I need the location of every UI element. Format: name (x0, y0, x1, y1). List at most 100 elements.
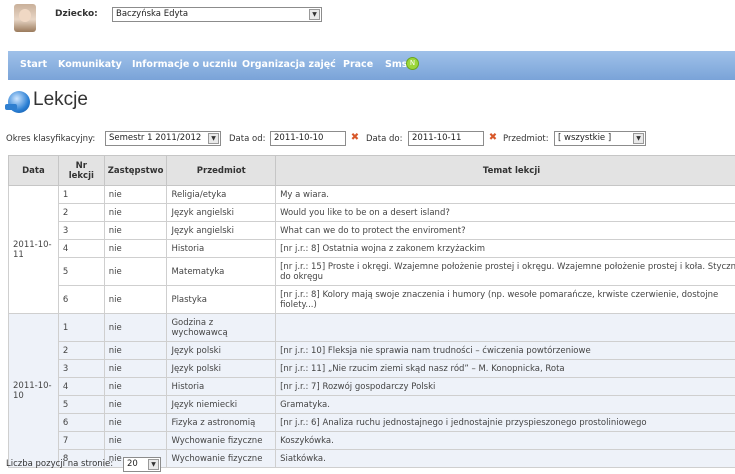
child-bar: Dziecko: Baczyńska Edyta ▼ (0, 0, 735, 46)
nav-prace[interactable]: Prace (343, 59, 373, 70)
substitution-cell: nie (103, 377, 168, 396)
date-cell: 2011-10-10 (8, 313, 59, 468)
table-row: 7 nie Wychowanie fizyczne Koszykówka. (9, 431, 735, 450)
substitution-cell: nie (103, 359, 168, 378)
col-header-nr[interactable]: Nr lekcji (57, 155, 105, 186)
col-header-substitution[interactable]: Zastępstwo (103, 155, 168, 186)
nr-cell: 7 (57, 431, 105, 450)
topic-cell: [nr j.r.: 11] „Nie rzucim ziemi skąd nas… (275, 359, 735, 378)
page-size-select[interactable]: 20 ▼ (123, 457, 161, 472)
table-row: 2011-10-11 1 nie Religia/etyka My a wiar… (8, 185, 735, 314)
topic-cell: Siatkówka. (275, 449, 735, 468)
topic-cell (275, 313, 735, 342)
chevron-down-icon: ▼ (309, 9, 320, 20)
table-header-row: Data Nr lekcji Zastępstwo Przedmiot Tema… (8, 155, 735, 186)
col-header-subject[interactable]: Przedmiot (166, 155, 277, 186)
subject-cell: Język angielski (166, 203, 277, 222)
subject-cell: Matematyka (166, 257, 277, 286)
table-row: 2 nie Język polski [nr j.r.: 10] Fleksja… (9, 341, 735, 360)
clear-date-to-icon[interactable]: ✖ (487, 132, 499, 144)
subject-cell: Plastyka (166, 285, 277, 314)
nr-cell: 3 (57, 221, 105, 240)
table-row: 6 nie Plastyka [nr j.r.: 8] Kolory mają … (9, 285, 735, 314)
substitution-cell: nie (103, 413, 168, 432)
topic-cell: [nr j.r.: 8] Kolory mają swoje znaczenia… (275, 285, 735, 314)
nr-cell: 6 (57, 285, 105, 314)
substitution-cell: nie (103, 431, 168, 450)
date-cell: 2011-10-11 (8, 185, 59, 314)
main-nav: Start Komunikaty Informacje o uczniu Org… (8, 51, 735, 80)
lessons-icon (5, 91, 30, 113)
table-row: 5 nie Język niemiecki Gramatyka. (9, 395, 735, 414)
substitution-cell: nie (103, 203, 168, 222)
page-size-bar: Liczba pozycji na stronie: 20 ▼ (6, 457, 161, 472)
nr-cell: 1 (57, 313, 105, 342)
subject-cell: Historia (166, 377, 277, 396)
subject-cell: Wychowanie fizyczne (166, 449, 277, 468)
col-header-date[interactable]: Data (8, 155, 59, 186)
page-title: Lekcje (33, 89, 88, 110)
avatar (14, 4, 36, 32)
substitution-cell: nie (103, 341, 168, 360)
subject-cell: Język polski (166, 341, 277, 360)
nr-cell: 6 (57, 413, 105, 432)
date-from-input[interactable]: 2011-10-10 (270, 131, 346, 146)
substitution-cell: nie (103, 313, 168, 342)
nr-cell: 5 (57, 257, 105, 286)
subject-cell: Historia (166, 239, 277, 258)
chevron-down-icon: ▼ (208, 133, 219, 144)
child-select[interactable]: Baczyńska Edyta ▼ (112, 7, 322, 22)
child-select-value: Baczyńska Edyta (116, 9, 189, 19)
col-header-topic[interactable]: Temat lekcji (275, 155, 735, 186)
chevron-down-icon: ▼ (148, 459, 159, 470)
table-row: 5 nie Matematyka [nr j.r.: 15] Proste i … (9, 257, 735, 286)
nav-sms[interactable]: Sms (385, 59, 407, 70)
date-group: 2011-10-10 1 nie Godzina z wychowawcą 2 … (8, 313, 735, 468)
topic-cell: [nr j.r.: 8] Ostatnia wojna z zakonem kr… (275, 239, 735, 258)
nr-cell: 4 (57, 377, 105, 396)
subject-select-value: [ wszystkie ] (558, 133, 612, 143)
substitution-cell: nie (103, 395, 168, 414)
nav-informacje[interactable]: Informacje o uczniu (132, 59, 237, 70)
clear-date-from-icon[interactable]: ✖ (349, 132, 361, 144)
topic-cell: [nr j.r.: 7] Rozwój gospodarczy Polski (275, 377, 735, 396)
child-label: Dziecko: (55, 9, 98, 19)
subject-cell: Fizyka z astronomią (166, 413, 277, 432)
sms-new-icon: N (406, 57, 419, 70)
nav-komunikaty[interactable]: Komunikaty (58, 59, 122, 70)
subject-select[interactable]: [ wszystkie ] ▼ (554, 131, 646, 146)
nr-cell: 5 (57, 395, 105, 414)
period-select-value: Semestr 1 2011/2012 (109, 133, 202, 143)
table-row: 3 nie Język angielski What can we do to … (9, 221, 735, 240)
lessons-table: Data Nr lekcji Zastępstwo Przedmiot Tema… (8, 155, 735, 468)
substitution-cell: nie (103, 221, 168, 240)
nav-organizacja[interactable]: Organizacja zajęć (242, 59, 336, 70)
nr-cell: 4 (57, 239, 105, 258)
table-row: 2011-10-10 1 nie Godzina z wychowawcą (8, 313, 735, 468)
substitution-cell: nie (103, 185, 168, 204)
table-row: 4 nie Historia [nr j.r.: 7] Rozwój gospo… (9, 377, 735, 396)
substitution-cell: nie (103, 239, 168, 258)
nr-cell: 3 (57, 359, 105, 378)
table-row: 6 nie Fizyka z astronomią [nr j.r.: 6] A… (9, 413, 735, 432)
topic-cell: Would you like to be on a desert island? (275, 203, 735, 222)
date-to-input[interactable]: 2011-10-11 (408, 131, 484, 146)
period-label: Okres klasyfikacyjny: (6, 134, 96, 144)
table-row: 2 nie Język angielski Would you like to … (9, 203, 735, 222)
nr-cell: 1 (57, 185, 105, 204)
table-row: 8 nie Wychowanie fizyczne Siatkówka. (9, 449, 735, 468)
topic-cell: [nr j.r.: 15] Proste i okręgi. Wzajemne … (275, 257, 735, 286)
topic-cell: What can we do to protect the enviroment… (275, 221, 735, 240)
nav-start[interactable]: Start (20, 59, 47, 70)
filters-bar: Okres klasyfikacyjny: Semestr 1 2011/201… (6, 131, 735, 147)
date-from-value: 2011-10-10 (274, 133, 324, 143)
subject-cell: Religia/etyka (166, 185, 277, 204)
page-size-value: 20 (127, 459, 138, 469)
subject-cell: Język polski (166, 359, 277, 378)
subject-cell: Język niemiecki (166, 395, 277, 414)
table-row: 4 nie Historia [nr j.r.: 8] Ostatnia woj… (9, 239, 735, 258)
topic-cell: Koszykówka. (275, 431, 735, 450)
date-to-value: 2011-10-11 (412, 133, 462, 143)
period-select[interactable]: Semestr 1 2011/2012 ▼ (105, 131, 221, 146)
subject-cell: Język angielski (166, 221, 277, 240)
